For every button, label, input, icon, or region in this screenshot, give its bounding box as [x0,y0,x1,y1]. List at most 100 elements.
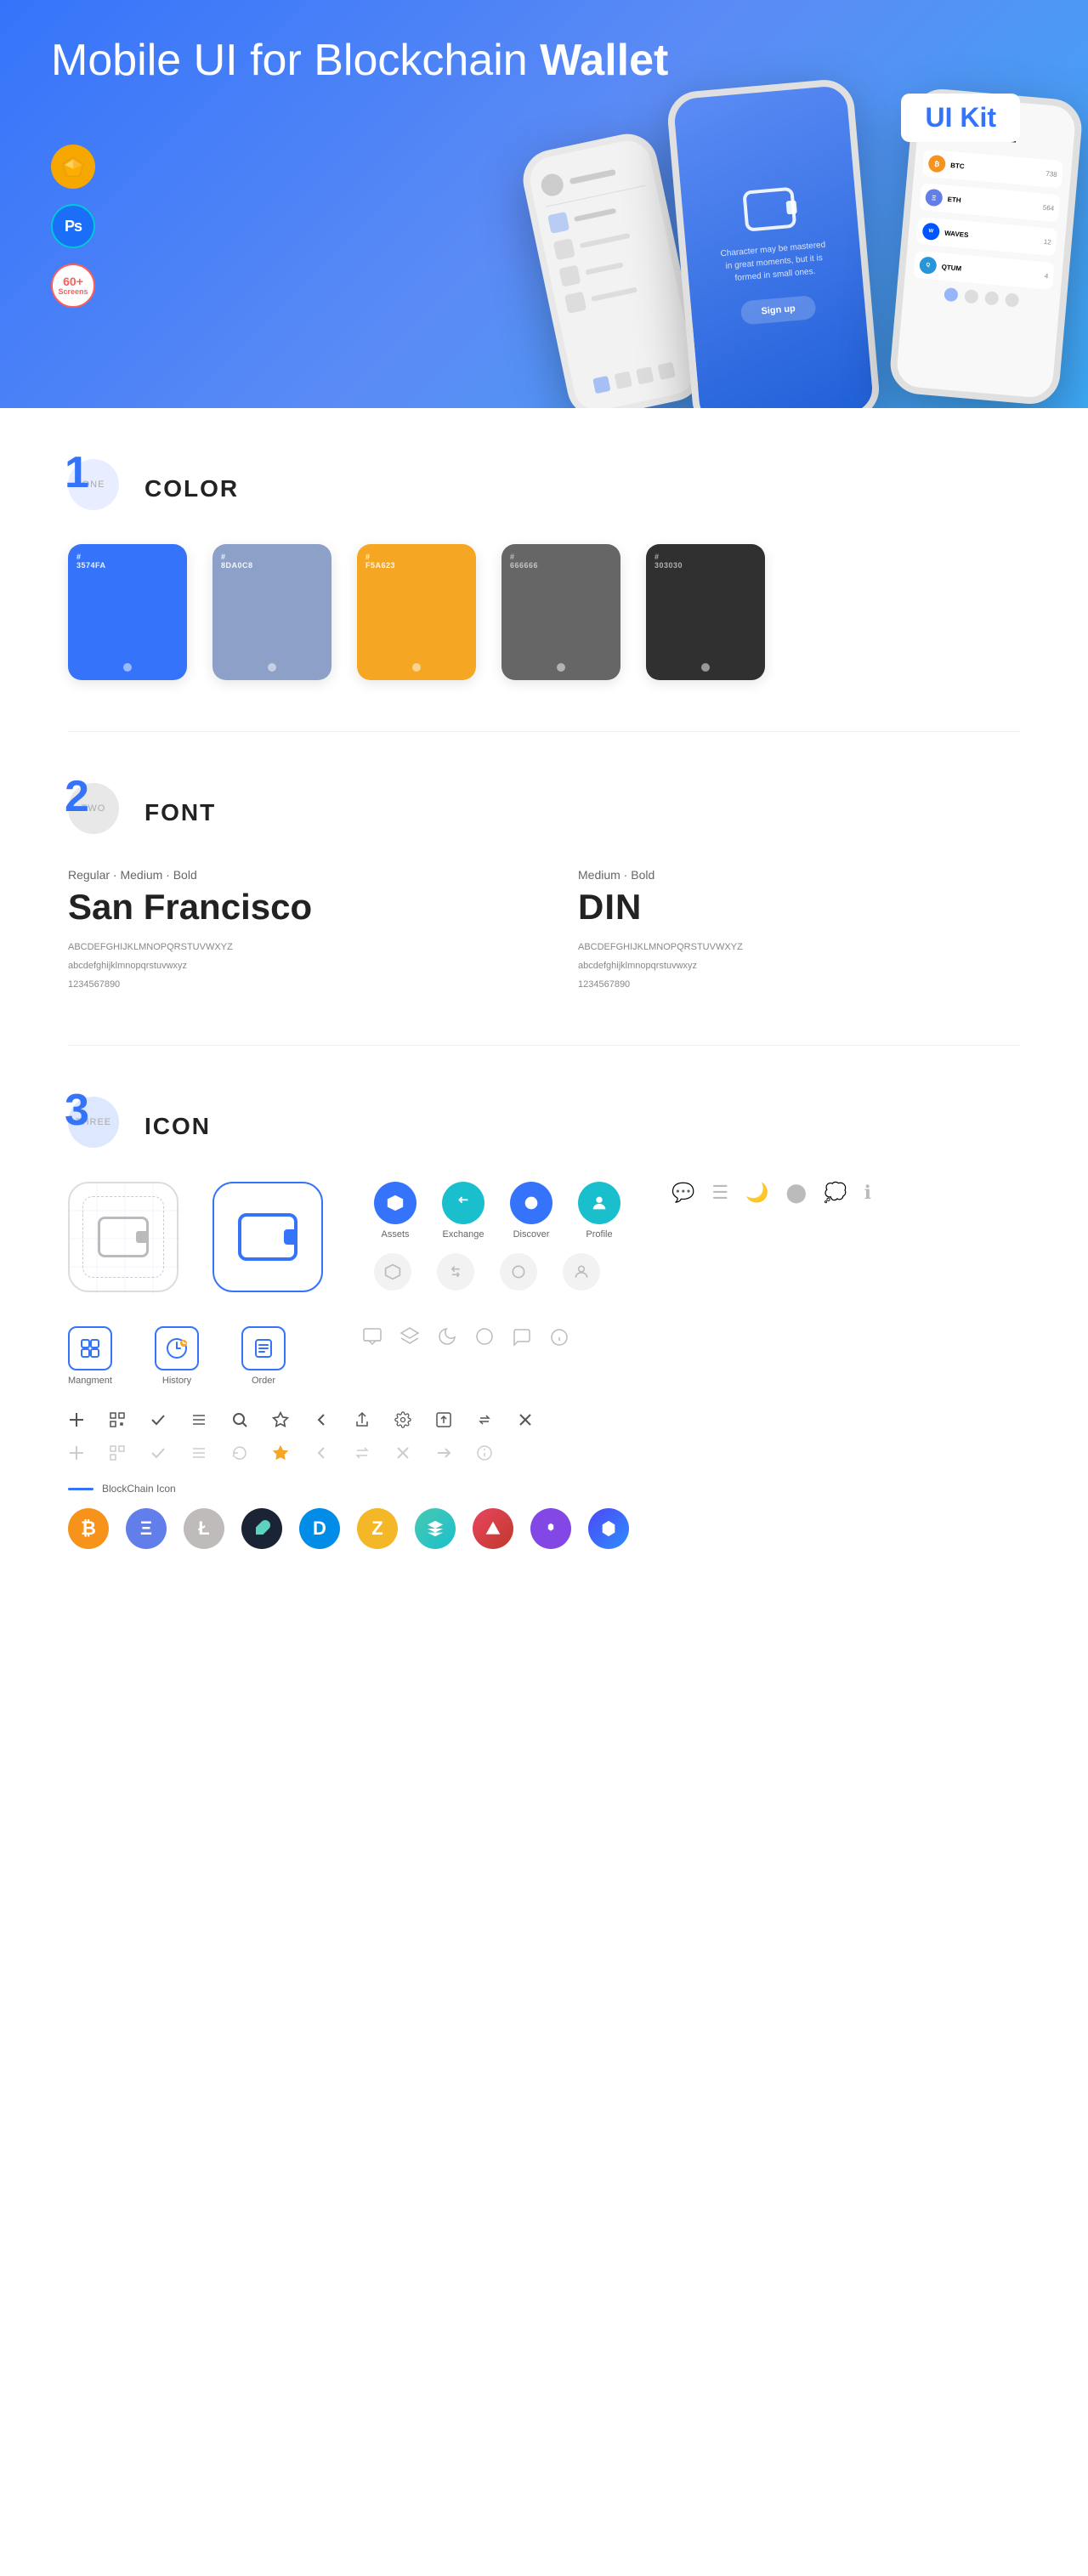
order-icon-svg [253,1338,274,1359]
history-icon-box: History [155,1326,199,1386]
wallet-blue-icon [238,1213,298,1261]
zcash-icon: Z [357,1508,398,1549]
discover-label: Discover [513,1229,550,1240]
font-section: TWO 2 FONT Regular · Medium · Bold San F… [0,732,1088,1045]
history-icon-svg [165,1336,189,1360]
comment-icon [512,1327,532,1352]
color-section: ONE 1 COLOR #3574FA #8DA0C8 [0,408,1088,731]
phone-left-bottom [582,360,685,396]
color-swatch-dark: #303030 [646,544,765,655]
swap-icon [476,1411,493,1433]
sf-uppercase: ABCDEFGHIJKLMNOPQRSTUVWXYZ [68,938,510,956]
poly-icon [588,1508,629,1549]
wallet-icon-filled-box [212,1182,323,1292]
din-uppercase: ABCDEFGHIJKLMNOPQRSTUVWXYZ [578,938,1020,956]
discover-ghost-icon [500,1253,537,1291]
color-card-dark: #303030 [646,544,765,680]
hero-title-bold: Wallet [540,36,668,85]
exchange-icon [442,1182,484,1224]
crescent-icon [437,1326,457,1352]
fonts-row: Regular · Medium · Bold San Francisco AB… [68,868,1020,994]
wallet-icon-mid [742,186,796,231]
info-ghost-icon [476,1444,493,1466]
nav-icon-profile: Profile [578,1182,620,1240]
sketch-icon [61,156,85,178]
scan-icon [109,1411,126,1433]
star-icon [272,1411,289,1433]
history-label: History [162,1376,191,1386]
color-dot-blue [68,655,187,680]
hero-section: Mobile UI for Blockchain Wallet UI Kit P… [0,0,1088,408]
assets-ghost-icon [374,1253,411,1291]
color-card-orange: #F5A623 [357,544,476,680]
screens-count: 60+ [63,275,83,287]
sketch-badge [51,145,95,189]
font-section-header: TWO 2 FONT [68,783,1020,843]
stack-icon: ☰ [711,1182,728,1204]
waves-row: W WAVES 12 [916,217,1057,256]
blockchain-line [68,1488,94,1490]
assets-label: Assets [381,1229,409,1240]
color-dot-gray [502,655,620,680]
misc-icons-row-1: 💬 ☰ 🌙 ⬤ 💭 ℹ [672,1182,871,1204]
eth-row: Ξ ETH 564 [919,183,1060,222]
font-number-badge: TWO 2 [68,783,128,843]
phone-right-bottom-nav [911,285,1051,310]
icon-number-badge: THREE 3 [68,1097,128,1156]
qtum-row: Q QTUM 4 [913,251,1054,290]
management-label: Mangment [68,1376,112,1386]
plus-ghost-icon [68,1444,85,1466]
order-icon [241,1326,286,1370]
ark-icon [473,1508,513,1549]
crypto-icons-row: ₿ Ξ Ł D Z [68,1508,1020,1549]
circle2-icon [474,1326,495,1352]
profile-icon [578,1182,620,1224]
color-number-badge: ONE 1 [68,459,128,519]
din-numbers: 1234567890 [578,975,1020,994]
speech-icon: 💭 [824,1182,847,1204]
moon-icon: 🌙 [745,1182,768,1204]
info-icon: ℹ [864,1182,871,1204]
bitcoin-icon: ₿ [68,1508,109,1549]
extra-icons-row [362,1326,570,1352]
color-card-grayblue: #8DA0C8 [212,544,332,680]
sf-lowercase: abcdefghijklmnopqrstuvwxyz [68,956,510,975]
color-card-gray: #666666 [502,544,620,680]
layers-icon [400,1326,420,1352]
color-hex-grayblue: #8DA0C8 [221,553,253,570]
circle-icon: ⬤ [786,1182,808,1204]
misc-icons-col: 💬 ☰ 🌙 ⬤ 💭 ℹ [672,1182,871,1204]
nav-icons-col: Assets Exchange Discover [374,1182,620,1291]
icon-section-header: THREE 3 ICON [68,1097,1020,1156]
dash-icon: D [299,1508,340,1549]
din-lowercase: abcdefghijklmnopqrstuvwxyz [578,956,1020,975]
list-icon [190,1411,207,1433]
history-icon [155,1326,199,1370]
color-hex-dark: #303030 [654,553,683,570]
list-ghost-icon [190,1444,207,1466]
color-dot-grayblue [212,655,332,680]
sf-style-label: Regular · Medium · Bold [68,868,510,882]
order-label: Order [252,1376,275,1386]
color-hex-gray: #666666 [510,553,538,570]
din-font-name: DIN [578,887,1020,928]
management-icon-box: Mangment [68,1326,112,1386]
profile-ghost-icon [563,1253,600,1291]
color-hex-orange: #F5A623 [366,553,395,570]
color-swatch-blue: #3574FA [68,544,187,655]
signup-button[interactable]: Sign up [740,294,816,325]
search-icon [231,1411,248,1433]
font-din: Medium · Bold DIN ABCDEFGHIJKLMNOPQRSTUV… [578,868,1020,994]
management-icon [68,1326,112,1370]
plus-icon [68,1411,85,1433]
sf-numbers: 1234567890 [68,975,510,994]
colors-row: #3574FA #8DA0C8 #F5A623 [68,544,1020,680]
font-number: 2 [65,775,89,819]
phone-left-row-1 [539,156,643,198]
ps-label: Ps [65,218,82,235]
color-dot-orange [357,655,476,680]
feather-coin-icon [241,1508,282,1549]
discover-icon [510,1182,552,1224]
holo-icon [415,1508,456,1549]
color-swatch-gray: #666666 [502,544,620,655]
